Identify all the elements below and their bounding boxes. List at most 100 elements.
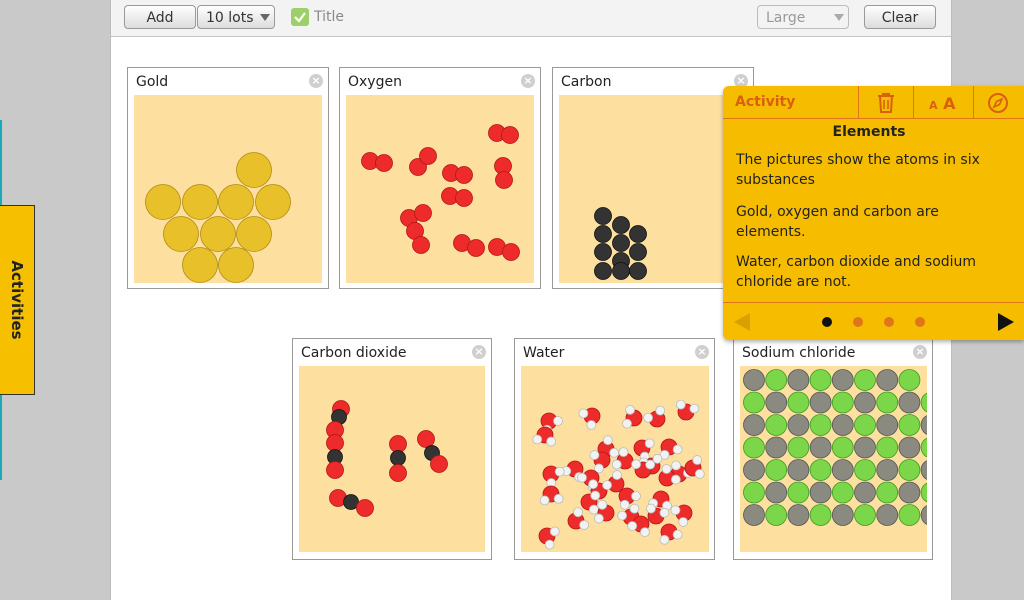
sodium-atom [876, 414, 899, 436]
sodium-atom [787, 504, 810, 526]
atom-picture [134, 95, 322, 283]
trash-icon[interactable] [876, 92, 896, 118]
hydrogen-atom [579, 520, 589, 530]
card-gold[interactable]: Gold × [127, 67, 329, 289]
close-icon[interactable]: × [695, 345, 709, 359]
close-icon[interactable]: × [521, 74, 535, 88]
atom-picture [299, 366, 485, 552]
gold-atom [182, 247, 218, 283]
page-dot-4[interactable] [915, 317, 925, 327]
chlorine-atom [920, 392, 927, 413]
card-title: Water [523, 345, 565, 361]
chlorine-atom [765, 369, 788, 391]
activities-tab[interactable]: Activities [0, 205, 35, 395]
gold-atom [236, 152, 272, 188]
title-checkbox[interactable] [291, 8, 309, 26]
chevron-down-icon [260, 14, 270, 21]
hydrogen-atom [554, 466, 565, 477]
card-carbon-dioxide[interactable]: Carbon dioxide × [292, 338, 492, 560]
atom-picture [521, 366, 709, 552]
next-page-icon[interactable] [997, 312, 1015, 336]
sodium-atom [809, 391, 832, 414]
lots-select[interactable]: 10 lots [197, 5, 275, 29]
gold-atom [255, 184, 291, 220]
hydrogen-atom [589, 450, 600, 460]
hydrogen-atom [590, 490, 601, 501]
sodium-atom [809, 481, 832, 504]
hydrogen-atom [629, 503, 640, 514]
oxygen-atom [455, 189, 473, 207]
hydrogen-atom [597, 499, 608, 510]
card-water[interactable]: Water × [514, 338, 715, 560]
size-select[interactable]: Large [757, 5, 849, 29]
chlorine-atom [898, 414, 921, 436]
divider [858, 86, 859, 118]
hydrogen-atom [611, 459, 622, 470]
sodium-atom [876, 504, 899, 526]
hydrogen-atom [622, 418, 632, 429]
hydrogen-atom [646, 503, 656, 514]
hydrogen-atom [553, 493, 564, 504]
sodium-atom [743, 414, 765, 436]
gold-atom [218, 184, 254, 220]
chlorine-atom [898, 369, 921, 391]
sodium-atom [920, 415, 927, 435]
oxygen-atom [389, 464, 407, 482]
oxygen-atom [356, 499, 374, 517]
atom-picture [346, 95, 534, 283]
card-title: Carbon dioxide [301, 345, 407, 361]
divider [973, 86, 974, 118]
add-button[interactable]: Add [124, 5, 196, 29]
sodium-atom [898, 436, 921, 459]
card-title: Oxygen [348, 74, 402, 90]
hydrogen-atom [670, 474, 681, 485]
sodium-chloride-lattice [743, 369, 927, 526]
oxygen-atom [412, 236, 430, 254]
panel-tab-activity[interactable]: Activity [735, 94, 795, 110]
compass-icon[interactable] [987, 92, 1009, 118]
hydrogen-atom [631, 459, 642, 470]
toolbar: Add 10 lots Title Large Clear [111, 0, 951, 37]
sodium-atom [787, 459, 810, 481]
oxygen-atom [455, 166, 473, 184]
hydrogen-atom [573, 507, 583, 518]
sodium-atom [765, 481, 788, 504]
close-icon[interactable]: × [913, 345, 927, 359]
hydrogen-atom [549, 526, 560, 537]
card-title: Sodium chloride [742, 345, 856, 361]
page-dot-1[interactable] [822, 317, 832, 327]
hydrogen-atom [645, 459, 656, 470]
hydrogen-atom [689, 403, 700, 414]
oxygen-atom [417, 430, 435, 448]
card-sodium-chloride[interactable]: Sodium chloride × [733, 338, 933, 560]
chlorine-atom [765, 414, 788, 436]
carbon-atoms [594, 207, 647, 280]
gold-atom [236, 216, 272, 252]
page-dot-2[interactable] [853, 317, 863, 327]
oxygen-atom [414, 204, 432, 222]
text-size-icon[interactable]: A A [929, 94, 955, 113]
gold-atoms [145, 152, 291, 283]
hydrogen-atom [671, 460, 681, 471]
card-oxygen[interactable]: Oxygen × [339, 67, 541, 289]
text-size-large: A [943, 94, 956, 113]
hydrogen-atom [586, 420, 597, 430]
oxygen-atom [375, 154, 393, 172]
clear-button[interactable]: Clear [864, 5, 936, 29]
close-icon[interactable]: × [472, 345, 486, 359]
oxygen-atom [326, 461, 344, 479]
hydrogen-atom [678, 517, 689, 527]
hydrogen-atom [631, 491, 641, 502]
atom-picture [740, 366, 927, 552]
sodium-atom [831, 459, 854, 481]
page-dot-3[interactable] [884, 317, 894, 327]
hydrogen-atom [644, 438, 655, 449]
hydrogen-atom [659, 507, 670, 518]
prev-page-icon[interactable] [733, 312, 751, 336]
checkmark-icon [294, 12, 306, 23]
sodium-atom [743, 504, 765, 526]
chlorine-atom [765, 504, 788, 526]
close-icon[interactable]: × [309, 74, 323, 88]
gold-atom [182, 184, 218, 220]
oxygen-atom [419, 147, 437, 165]
